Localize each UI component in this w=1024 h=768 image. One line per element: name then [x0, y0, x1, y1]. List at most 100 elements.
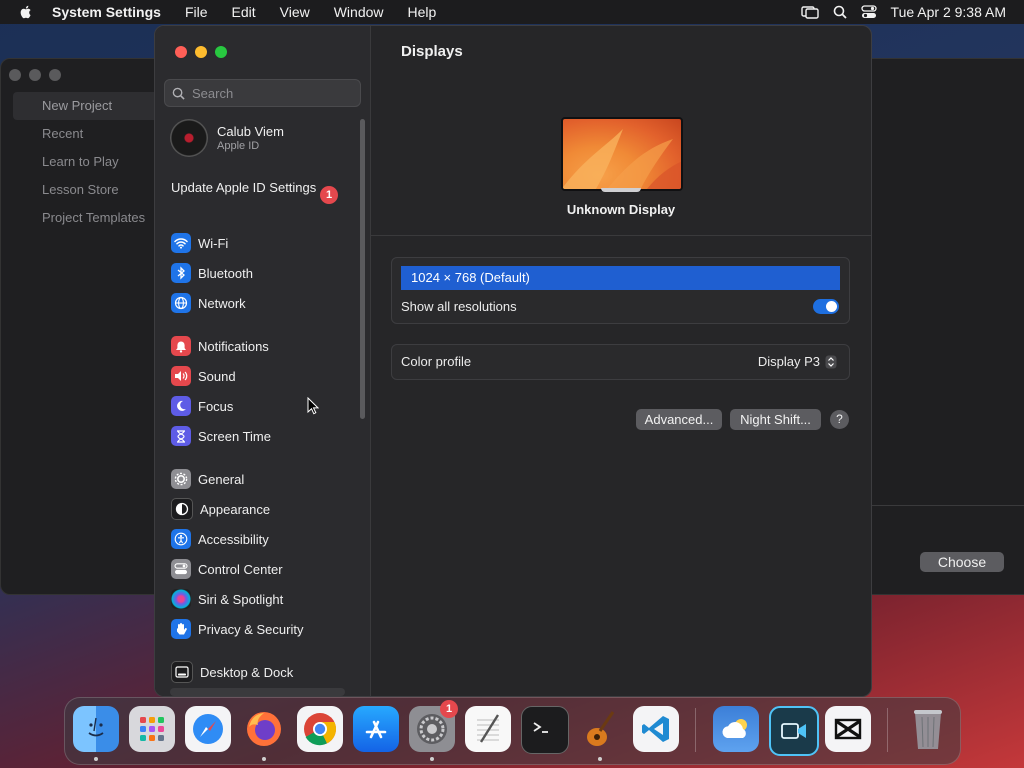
show-all-resolutions-label: Show all resolutions [401, 299, 517, 314]
sidebar-item-screen-time[interactable]: Screen Time [171, 425, 271, 447]
sidebar-item-control-center[interactable]: Control Center [171, 558, 283, 580]
gear-icon [171, 469, 191, 489]
bg-minimize-button[interactable] [29, 69, 41, 81]
sidebar-item-appearance[interactable]: Appearance [171, 498, 270, 520]
menu-bar: System Settings File Edit View Window He… [0, 0, 1024, 24]
firefox-icon[interactable] [241, 706, 287, 752]
wifi-icon [171, 233, 191, 253]
window-controls [175, 46, 227, 58]
menu-help[interactable]: Help [396, 4, 449, 20]
page-title: Displays [401, 43, 463, 60]
globe-icon [171, 293, 191, 313]
update-apple-id-item[interactable]: Update Apple ID Settings [171, 180, 341, 196]
apple-id-row[interactable]: Calub Viem Apple ID [170, 119, 284, 157]
spotlight-search-icon[interactable] [833, 5, 847, 19]
color-profile-value: Display P3 [757, 354, 820, 369]
sidebar-item-label: Network [198, 295, 246, 311]
bg-zoom-button[interactable] [49, 69, 61, 81]
close-button[interactable] [175, 46, 187, 58]
control-center-sidebar-icon [171, 559, 191, 579]
screen-recorder-icon[interactable] [769, 706, 819, 756]
chrome-icon[interactable] [297, 706, 343, 752]
system-settings-running-indicator [430, 757, 434, 761]
sidebar-item-network[interactable]: Network [171, 292, 246, 314]
sidebar-item-notifications[interactable]: Notifications [171, 335, 269, 357]
menu-clock[interactable]: Tue Apr 2 9:38 AM [891, 4, 1006, 20]
garageband-icon[interactable] [577, 706, 623, 752]
sidebar-item-label: Appearance [200, 501, 271, 517]
avatar [170, 119, 208, 157]
help-button[interactable]: ? [830, 410, 849, 429]
finder-icon[interactable] [73, 706, 119, 752]
apple-logo-icon[interactable] [18, 4, 34, 20]
sidebar-item-accessibility[interactable]: Accessibility [171, 528, 269, 550]
user-name: Calub Viem [217, 124, 284, 139]
wallpaper-image [563, 129, 681, 189]
sidebar-item-siri-spotlight[interactable]: Siri & Spotlight [171, 588, 283, 610]
sidebar-scrollbar[interactable] [360, 119, 365, 419]
search-field[interactable] [164, 79, 361, 107]
resolution-option-selected[interactable]: 1024 × 768 (Default) [401, 266, 840, 290]
bg-close-button[interactable] [9, 69, 21, 81]
sidebar-item-label: Siri & Spotlight [198, 591, 284, 607]
bg-sidebar-item-recent[interactable]: Recent [13, 120, 163, 148]
chevron-up-down-icon [825, 355, 837, 368]
bg-sidebar-item-new-project[interactable]: New Project [13, 92, 163, 120]
bg-sidebar-item-lesson-store[interactable]: Lesson Store [13, 176, 163, 204]
bg-sidebar-item-project-templates[interactable]: Project Templates [13, 204, 163, 232]
safari-icon[interactable] [185, 706, 231, 752]
capcut-icon[interactable] [825, 706, 871, 752]
menu-file[interactable]: File [173, 4, 220, 20]
dock: 1 [64, 697, 961, 765]
app-store-icon[interactable] [353, 706, 399, 752]
night-shift-button[interactable]: Night Shift... [730, 409, 821, 430]
sidebar-item-label: Screen Time [198, 428, 271, 444]
menu-app-name[interactable]: System Settings [40, 4, 173, 20]
sidebar-item-label: Accessibility [198, 531, 269, 547]
sidebar-item-privacy-security[interactable]: Privacy & Security [171, 618, 303, 640]
textedit-icon[interactable] [465, 706, 511, 752]
bluetooth-icon [171, 263, 191, 283]
display-thumbnail[interactable] [561, 117, 683, 191]
resolution-card: 1024 × 768 (Default) Show all resolution… [391, 257, 850, 324]
bell-icon [171, 336, 191, 356]
sidebar-item-sound[interactable]: Sound [171, 365, 236, 387]
screen-mirroring-icon[interactable] [800, 5, 819, 19]
appearance-icon [171, 498, 193, 520]
menu-window[interactable]: Window [322, 4, 396, 20]
divider [371, 235, 871, 236]
vscode-icon[interactable] [633, 706, 679, 752]
resolution-label: 1024 × 768 (Default) [411, 270, 530, 285]
advanced-button[interactable]: Advanced... [636, 409, 722, 430]
sidebar-item-wifi[interactable]: Wi-Fi [171, 232, 228, 254]
sidebar-item-label: Sound [198, 368, 236, 384]
sidebar-item-general[interactable]: General [171, 468, 244, 490]
zoom-button[interactable] [215, 46, 227, 58]
accessibility-icon [171, 529, 191, 549]
user-subtitle: Apple ID [217, 140, 260, 152]
show-all-resolutions-toggle[interactable] [813, 299, 839, 314]
sidebar-item-label: Control Center [198, 561, 283, 577]
bg-sidebar-item-learn-to-play[interactable]: Learn to Play [13, 148, 163, 176]
trash-icon[interactable] [905, 706, 951, 752]
display-name: Unknown Display [566, 202, 676, 217]
color-profile-popup[interactable]: Display P3 [758, 354, 837, 369]
terminal-icon[interactable] [521, 706, 569, 754]
search-input[interactable] [190, 84, 354, 102]
sidebar-item-focus[interactable]: Focus [171, 395, 233, 417]
mouse-cursor-icon [307, 397, 319, 415]
firefox-running-indicator [262, 757, 266, 761]
weather-icon[interactable] [713, 706, 759, 752]
menu-edit[interactable]: Edit [220, 4, 268, 20]
menu-view[interactable]: View [268, 4, 322, 20]
minimize-button[interactable] [195, 46, 207, 58]
sidebar-item-desktop-dock[interactable]: Desktop & Dock [171, 661, 293, 683]
launchpad-icon[interactable] [129, 706, 175, 752]
color-profile-label: Color profile [401, 354, 472, 369]
sidebar-item-bluetooth[interactable]: Bluetooth [171, 262, 253, 284]
next-sidebar-item-partial [170, 688, 345, 696]
sidebar-item-label: Wi-Fi [198, 235, 229, 251]
search-icon [172, 87, 185, 100]
choose-button[interactable]: Choose [920, 552, 1004, 572]
control-center-icon[interactable] [860, 5, 877, 19]
